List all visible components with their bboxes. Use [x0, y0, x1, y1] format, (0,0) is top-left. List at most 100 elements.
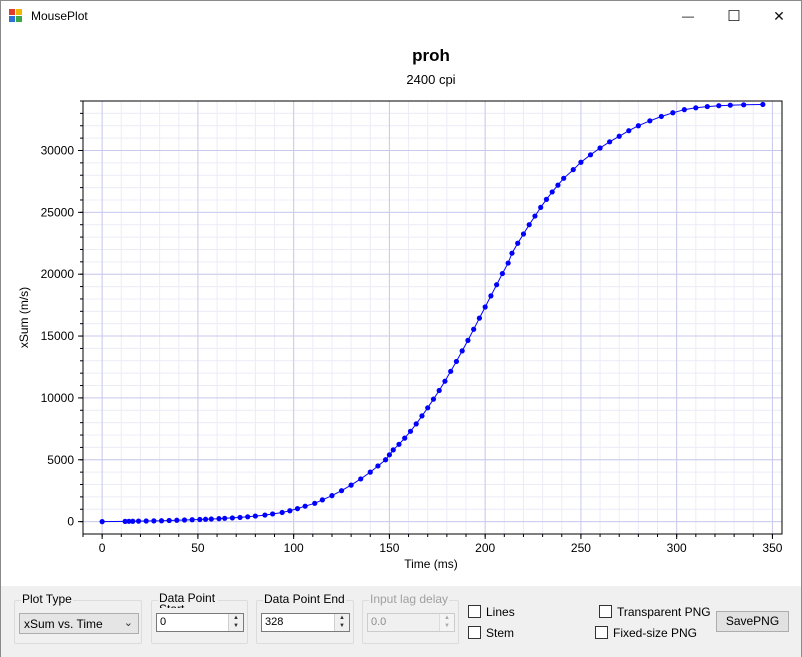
spin-down-icon[interactable]: ▼	[335, 622, 349, 630]
data-point	[626, 128, 632, 134]
spin-down-icon[interactable]: ▼	[229, 622, 243, 630]
data-point	[549, 189, 555, 195]
data-point	[727, 102, 733, 108]
spin-up-icon[interactable]: ▲	[440, 614, 454, 622]
data-point	[245, 514, 251, 520]
data-point	[499, 270, 505, 277]
data-point	[425, 405, 431, 411]
data-point	[407, 428, 414, 434]
data-point-start-stepper[interactable]: 0 ▲ ▼	[156, 613, 244, 632]
y-axis-label: xSum (m/s)	[17, 287, 31, 348]
data-point	[670, 110, 676, 116]
data-point	[635, 123, 641, 129]
save-png-button[interactable]: SavePNG	[716, 611, 789, 632]
close-button[interactable]: ✕	[756, 1, 802, 31]
data-point	[181, 517, 188, 523]
data-point	[269, 511, 276, 517]
x-tick-label: 150	[379, 541, 399, 555]
app-icon	[9, 9, 23, 23]
data-point	[515, 240, 521, 246]
lines-checkbox[interactable]	[468, 605, 481, 618]
data-point	[419, 413, 425, 419]
data-point	[158, 518, 165, 524]
data-point	[222, 515, 228, 521]
input-lag-delay-value: 0.0	[371, 616, 387, 628]
y-tick-label: 10000	[41, 391, 75, 405]
data-point	[578, 159, 584, 165]
data-point	[555, 182, 561, 188]
data-point	[262, 512, 268, 518]
data-point	[543, 196, 550, 202]
y-tick-label: 30000	[41, 143, 75, 157]
stem-label: Stem	[486, 626, 515, 640]
x-tick-label: 0	[99, 541, 106, 555]
data-point	[151, 518, 157, 524]
chart-area: 0 50 100 150 200 250 300 350 0 5000 10000 15000 2000…	[1, 31, 801, 586]
x-tick-label: 50	[191, 541, 205, 555]
data-point	[252, 513, 258, 519]
data-point	[135, 518, 142, 524]
spin-up-icon[interactable]: ▲	[335, 614, 349, 622]
data-point	[174, 517, 180, 523]
data-point	[413, 421, 419, 427]
window-title: MousePlot	[31, 9, 88, 23]
data-point	[448, 368, 454, 374]
data-point	[279, 509, 285, 516]
data-point	[229, 515, 235, 521]
data-point	[358, 476, 364, 482]
plot-type-label: Plot Type	[21, 592, 73, 606]
data-point	[538, 204, 544, 210]
data-point	[166, 517, 172, 524]
plot-type-select[interactable]: xSum vs. Time ⌄	[19, 613, 139, 634]
data-point	[386, 452, 393, 458]
data-point-start-spin-buttons[interactable]: ▲ ▼	[228, 614, 243, 631]
maximize-button[interactable]: ☐	[711, 1, 757, 31]
data-point	[396, 441, 402, 447]
stem-checkbox[interactable]	[468, 626, 481, 639]
data-point	[436, 387, 442, 394]
data-point	[294, 506, 301, 512]
fixed-size-png-checkbox[interactable]	[595, 626, 608, 639]
input-lag-delay-spin-buttons[interactable]: ▲ ▼	[439, 614, 454, 631]
y-tick-label: 5000	[47, 453, 74, 467]
data-point	[329, 493, 335, 499]
data-point	[302, 503, 308, 509]
y-tick-label: 25000	[41, 205, 75, 219]
data-point	[312, 500, 318, 506]
chart-title: proh	[412, 46, 450, 65]
spin-down-icon[interactable]: ▼	[440, 622, 454, 630]
data-point-start-group: Data Point Start 0 ▲ ▼	[151, 593, 248, 644]
data-point	[459, 348, 465, 354]
lines-label: Lines	[486, 605, 515, 619]
data-point	[189, 517, 195, 523]
data-point-start-label: Data Point Start	[158, 593, 218, 608]
data-point	[482, 304, 488, 310]
data-point-end-group: Data Point End 328 ▲ ▼	[256, 593, 354, 644]
input-lag-delay-stepper[interactable]: 0.0 ▲ ▼	[367, 613, 455, 632]
data-point	[319, 497, 325, 503]
transparent-png-checkbox[interactable]	[599, 605, 612, 618]
data-point	[348, 482, 354, 488]
data-point-end-spin-buttons[interactable]: ▲ ▼	[334, 614, 349, 631]
data-point	[647, 118, 653, 124]
data-point	[390, 447, 396, 453]
data-point	[375, 463, 381, 469]
data-point-end-stepper[interactable]: 328 ▲ ▼	[261, 613, 350, 632]
data-point	[367, 469, 373, 475]
plot-svg: 0 50 100 150 200 250 300 350 0 5000 10000 15000 2000…	[17, 46, 783, 571]
plot-type-group: Plot Type xSum vs. Time ⌄	[14, 593, 142, 644]
spin-up-icon[interactable]: ▲	[229, 614, 243, 622]
data-point-end-value: 328	[265, 616, 284, 628]
data-point	[476, 315, 483, 321]
data-point	[287, 508, 293, 514]
data-point	[471, 326, 477, 332]
minimize-button[interactable]: —	[665, 1, 711, 31]
data-point	[704, 103, 710, 110]
input-lag-delay-label: Input lag delay	[369, 592, 450, 606]
data-point	[716, 103, 722, 109]
data-point-start-value: 0	[160, 616, 167, 628]
y-tick-label: 0	[67, 515, 74, 529]
data-point	[532, 213, 538, 219]
controls-panel: Plot Type xSum vs. Time ⌄ Data Point Sta…	[1, 586, 801, 657]
data-point	[430, 396, 437, 402]
